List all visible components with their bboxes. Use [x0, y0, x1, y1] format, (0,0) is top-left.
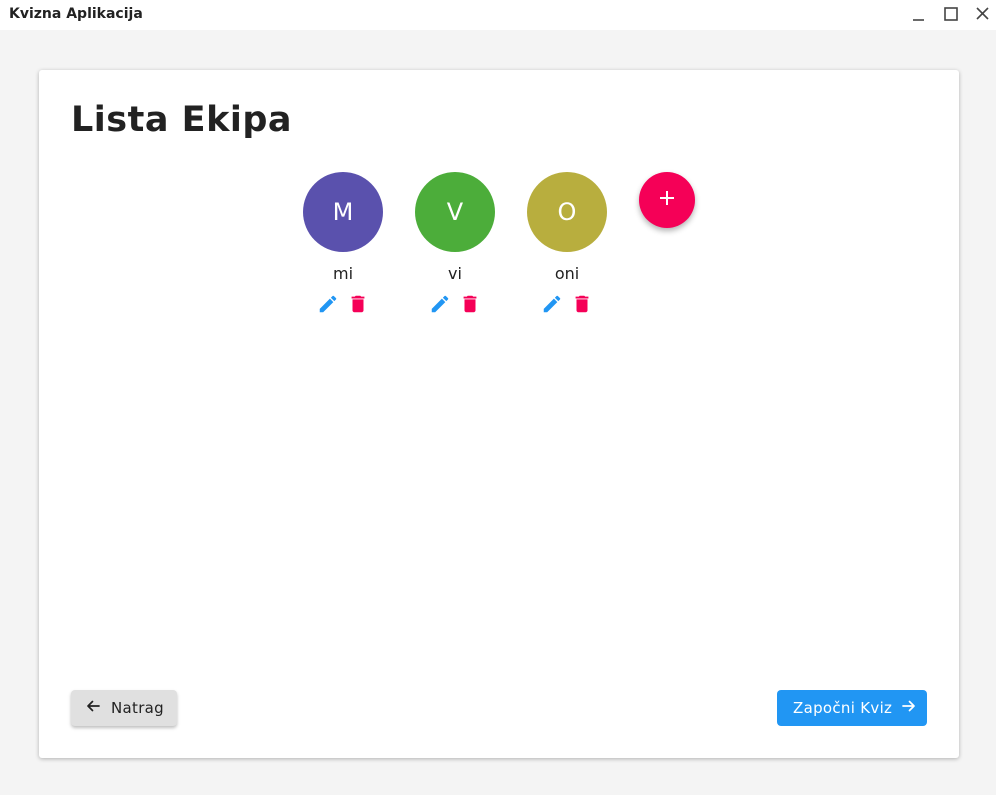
team-avatar[interactable]: M — [303, 172, 383, 252]
trash-icon[interactable] — [570, 292, 594, 316]
arrow-left-icon — [85, 698, 101, 718]
arrow-right-icon — [901, 698, 917, 718]
page-title: Lista Ekipa — [71, 100, 293, 140]
team-name: vi — [448, 264, 462, 283]
pencil-icon[interactable] — [540, 292, 564, 316]
team-actions — [527, 292, 607, 316]
trash-icon[interactable] — [346, 292, 370, 316]
back-button-label: Natrag — [111, 699, 164, 717]
start-quiz-button[interactable]: Započni Kviz — [777, 690, 927, 726]
add-team-button[interactable] — [639, 172, 695, 228]
main-card: Lista Ekipa M mi V vi O oni Natrag Započ… — [39, 70, 959, 758]
team-name: mi — [332, 264, 354, 283]
close-icon[interactable] — [973, 5, 993, 25]
start-quiz-button-label: Započni Kviz — [793, 699, 893, 717]
team-item: V vi — [415, 172, 495, 316]
maximize-icon[interactable] — [941, 5, 961, 25]
team-avatar-initial: O — [557, 198, 577, 226]
team-item: O oni — [527, 172, 607, 316]
team-avatar[interactable]: O — [527, 172, 607, 252]
team-actions — [415, 292, 495, 316]
team-actions — [303, 292, 383, 316]
team-item: M mi — [303, 172, 383, 316]
plus-icon — [657, 188, 677, 212]
minimize-icon[interactable] — [909, 5, 929, 25]
back-button[interactable]: Natrag — [71, 690, 177, 726]
pencil-icon[interactable] — [316, 292, 340, 316]
team-avatar-initial: M — [332, 198, 354, 226]
team-avatar[interactable]: V — [415, 172, 495, 252]
window-titlebar: Kvizna Aplikacija — [0, 0, 996, 30]
team-name: oni — [554, 264, 580, 283]
trash-icon[interactable] — [458, 292, 482, 316]
window-title: Kvizna Aplikacija — [9, 6, 143, 22]
pencil-icon[interactable] — [428, 292, 452, 316]
team-avatar-initial: V — [446, 198, 464, 226]
